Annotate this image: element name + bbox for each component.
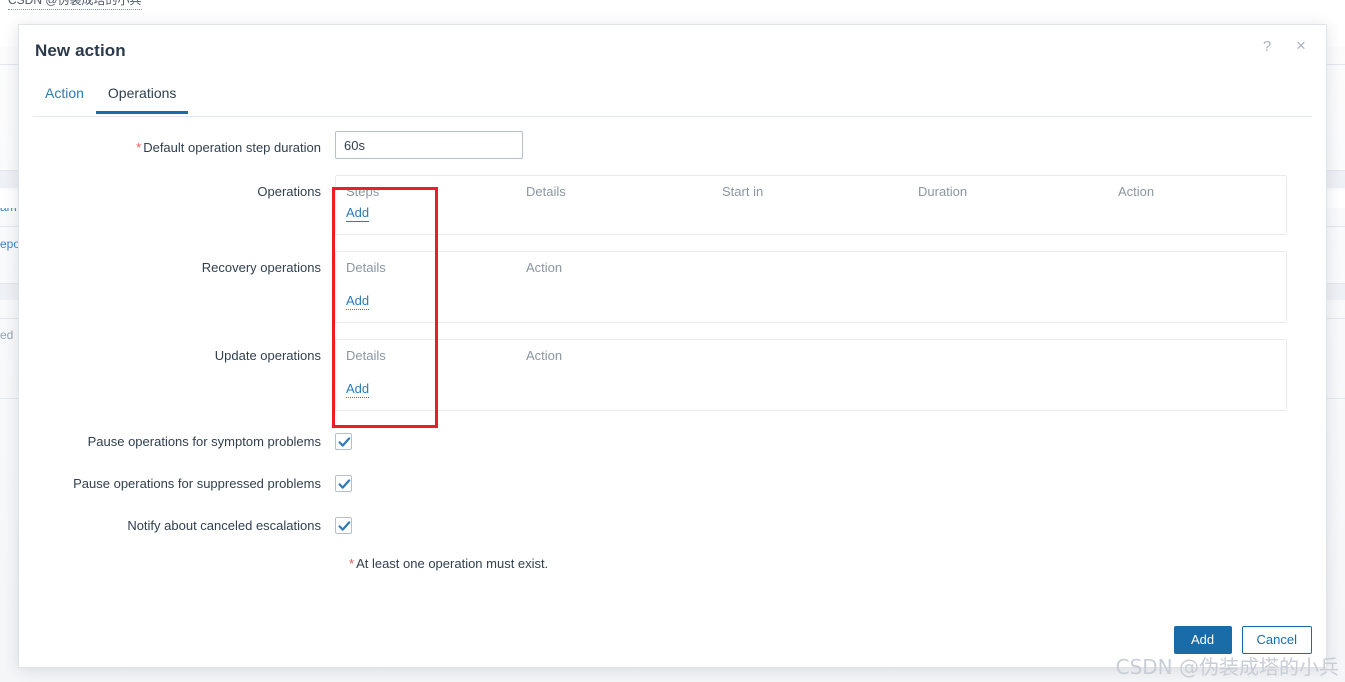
check-icon bbox=[338, 521, 351, 531]
checkbox-pause-suppressed-problems[interactable] bbox=[335, 475, 352, 492]
checkbox-label-canceled-escalations: Notify about canceled escalations bbox=[127, 518, 321, 533]
add-operation-link[interactable]: Add bbox=[346, 205, 370, 222]
recovery-operations-row: Recovery operations Details Action Add bbox=[19, 251, 1326, 323]
recovery-operations-control: Details Action Add bbox=[335, 251, 1326, 323]
help-icon[interactable]: ? bbox=[1256, 35, 1278, 57]
update-table-header: Details Action bbox=[336, 340, 1286, 367]
checkbox-row-canceled-escalations: Notify about canceled escalations bbox=[19, 517, 1326, 534]
column-header-details: Details bbox=[346, 260, 386, 275]
validation-note: * At least one operation must exist. bbox=[335, 556, 548, 571]
update-operations-control: Details Action Add bbox=[335, 339, 1326, 411]
recovery-table-footer: Add bbox=[336, 279, 1286, 322]
recovery-operations-table: Details Action Add bbox=[335, 251, 1287, 323]
column-header-details: Details bbox=[346, 348, 386, 363]
recovery-table-header: Details Action bbox=[336, 252, 1286, 279]
background-top-row: CSDN @伪装成塔的小兵 bbox=[0, 0, 186, 10]
operations-table-footer: Add bbox=[336, 203, 1286, 234]
operations-form: *Default operation step duration Operati… bbox=[19, 117, 1326, 571]
operations-table: Steps Details Start in Duration Action A… bbox=[335, 175, 1287, 235]
column-header-details: Details bbox=[526, 184, 566, 199]
close-icon[interactable]: × bbox=[1290, 35, 1312, 57]
operations-table-header: Steps Details Start in Duration Action bbox=[336, 176, 1286, 203]
dialog-title: New action bbox=[35, 41, 126, 60]
background-fragment: ed bbox=[0, 328, 14, 342]
background-top-text: CSDN @伪装成塔的小兵 bbox=[8, 0, 142, 10]
operations-label: Operations bbox=[257, 184, 321, 199]
add-recovery-operation-link[interactable]: Add bbox=[346, 293, 370, 310]
checkbox-label-symptom: Pause operations for symptom problems bbox=[87, 434, 321, 449]
update-operations-row: Update operations Details Action Add bbox=[19, 339, 1326, 411]
duration-label: * Default operation step duration bbox=[19, 131, 335, 157]
dialog-tabs: Action Operations bbox=[33, 81, 1312, 117]
tab-action[interactable]: Action bbox=[33, 81, 96, 113]
column-header-action: Action bbox=[1118, 184, 1155, 199]
tab-operations[interactable]: Operations bbox=[95, 81, 189, 114]
cancel-button[interactable]: Cancel bbox=[1241, 626, 1312, 654]
update-table-footer: Add bbox=[336, 367, 1286, 410]
dialog-footer: Add Cancel bbox=[19, 613, 1326, 667]
checkbox-label-suppressed: Pause operations for suppressed problems bbox=[73, 476, 321, 491]
column-header-action: Action bbox=[526, 260, 563, 275]
duration-label-text: Default operation step duration bbox=[143, 140, 321, 155]
checkbox-row-symptom: Pause operations for symptom problems bbox=[19, 433, 1326, 450]
checkbox-pause-symptom-problems[interactable] bbox=[335, 433, 352, 450]
add-button[interactable]: Add bbox=[1173, 626, 1232, 654]
validation-note-row: * At least one operation must exist. bbox=[19, 556, 1326, 571]
dialog-header: New action ? × bbox=[19, 25, 1326, 81]
update-operations-table: Details Action Add bbox=[335, 339, 1287, 411]
required-marker: * bbox=[136, 140, 142, 155]
column-header-action: Action bbox=[526, 348, 563, 363]
checkbox-notify-canceled-escalations[interactable] bbox=[335, 517, 352, 534]
add-update-operation-link[interactable]: Add bbox=[346, 381, 370, 398]
check-icon bbox=[338, 437, 351, 447]
operations-row: Operations Steps Details Start in Durati… bbox=[19, 175, 1326, 235]
recovery-operations-label: Recovery operations bbox=[201, 260, 321, 275]
checkbox-row-suppressed: Pause operations for suppressed problems bbox=[19, 475, 1326, 492]
dialog-header-controls: ? × bbox=[1256, 35, 1312, 57]
column-header-steps: Steps bbox=[346, 184, 380, 199]
column-header-duration: Duration bbox=[918, 184, 968, 199]
note-spacer bbox=[19, 556, 335, 571]
duration-control bbox=[335, 131, 1326, 159]
validation-note-text: At least one operation must exist. bbox=[356, 556, 549, 571]
new-action-dialog: New action ? × Action Operations * Defaul… bbox=[18, 24, 1327, 668]
update-operations-label: Update operations bbox=[214, 348, 321, 363]
required-marker: * bbox=[349, 556, 355, 571]
duration-input[interactable] bbox=[335, 131, 523, 159]
operations-control: Steps Details Start in Duration Action A… bbox=[335, 175, 1326, 235]
check-icon bbox=[338, 479, 351, 489]
duration-row: * Default operation step duration bbox=[19, 131, 1326, 159]
column-header-start-in: Start in bbox=[722, 184, 764, 199]
